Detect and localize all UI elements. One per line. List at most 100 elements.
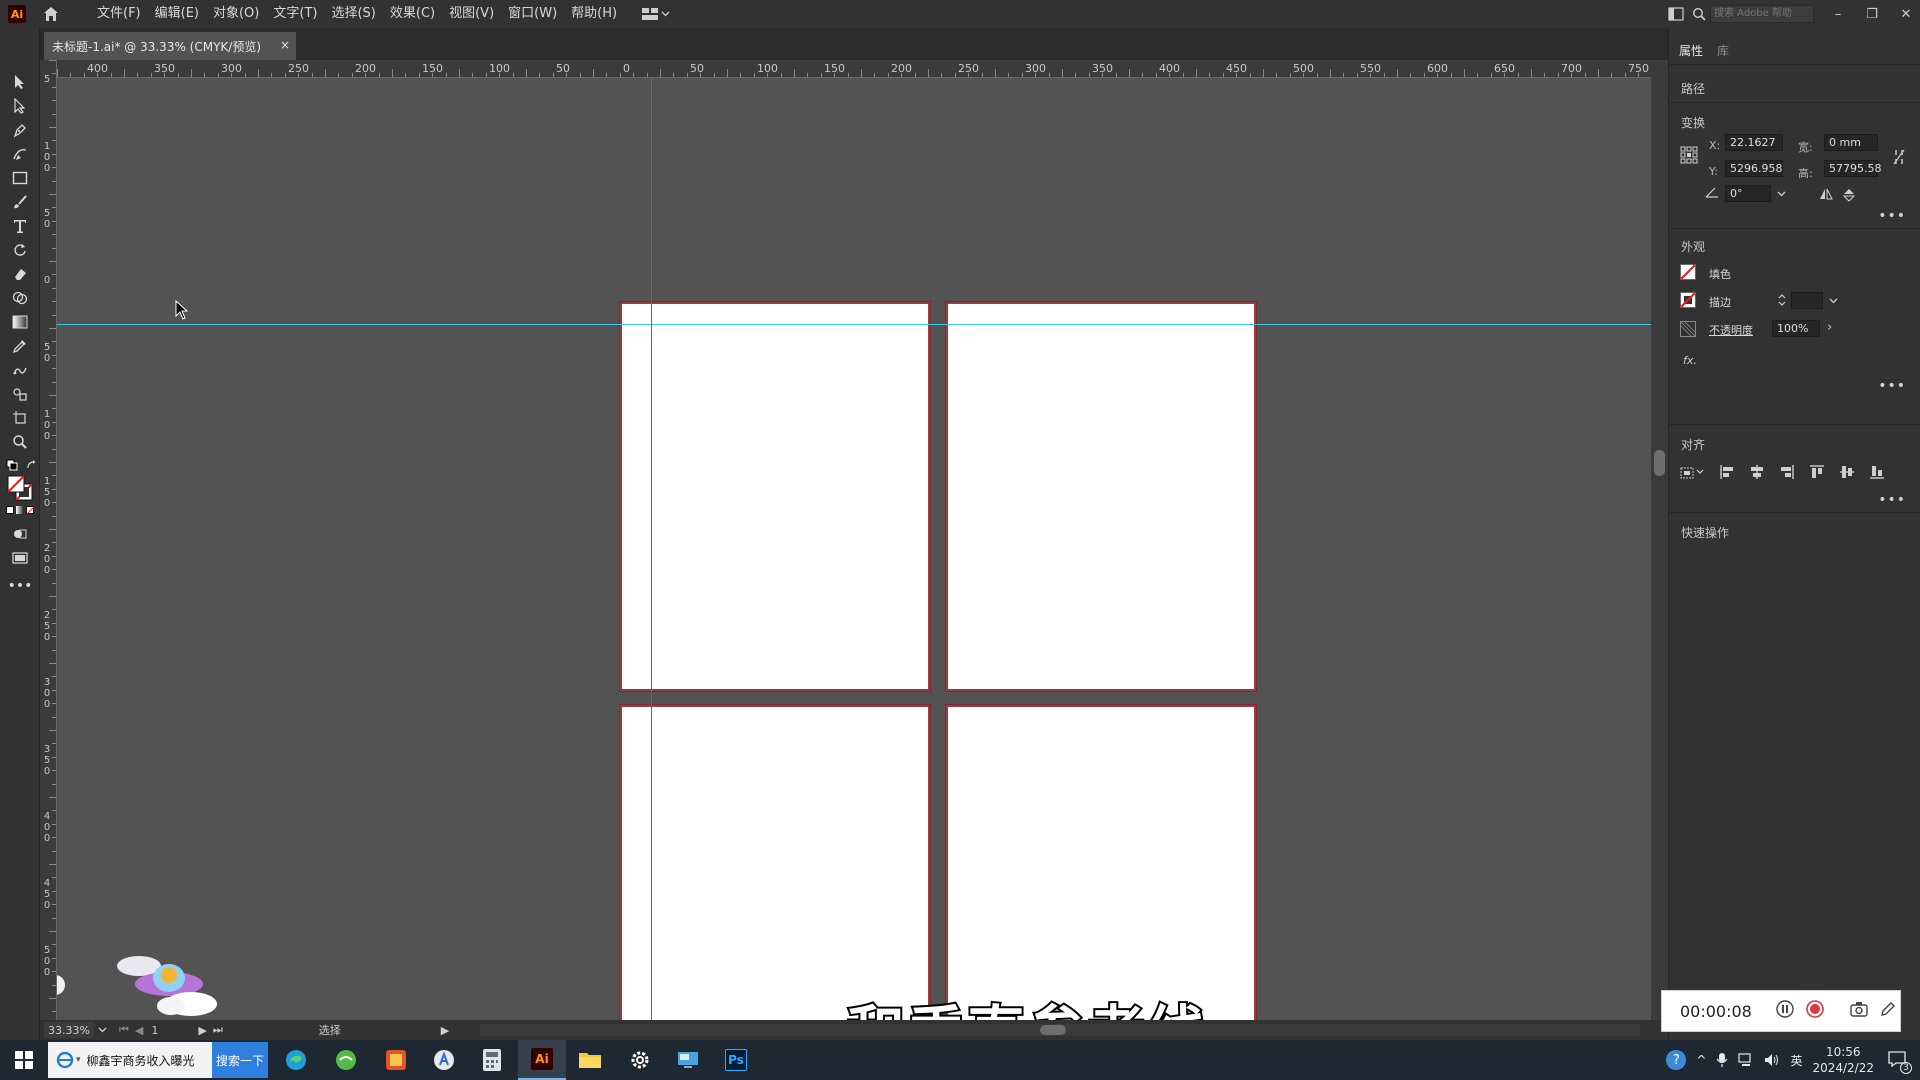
arrange-documents-icon[interactable]: [1668, 6, 1684, 26]
chevron-up-icon[interactable]: ^: [1696, 1053, 1706, 1067]
shape-builder-tool-icon[interactable]: [10, 288, 30, 308]
menu-type[interactable]: 文字(T): [266, 0, 324, 28]
symbol-sprayer-tool-icon[interactable]: [10, 384, 30, 404]
horizontal-scroll-thumb[interactable]: [1040, 1025, 1066, 1035]
stroke-weight-field[interactable]: [1791, 292, 1823, 309]
stop-record-icon[interactable]: [1806, 1000, 1824, 1022]
tab-libraries[interactable]: 库: [1717, 42, 1729, 59]
artboard-4[interactable]: [946, 705, 1256, 1020]
microphone-icon[interactable]: [1716, 1052, 1728, 1068]
menu-window[interactable]: 窗口(W): [501, 0, 564, 28]
gradient-tool-icon[interactable]: [10, 312, 30, 332]
screen-mode-icon[interactable]: [10, 548, 30, 568]
fill-stroke-swatch[interactable]: [6, 474, 34, 506]
edge-icon[interactable]: [272, 1040, 320, 1080]
swap-colors-icon[interactable]: [26, 456, 37, 475]
menu-select[interactable]: 选择(S): [324, 0, 382, 28]
align-to-icon[interactable]: [1680, 464, 1706, 483]
appearance-more-button[interactable]: •••: [1878, 378, 1906, 394]
network-icon[interactable]: [1738, 1053, 1754, 1067]
browser-360-icon[interactable]: [322, 1040, 370, 1080]
rotate-tool-icon[interactable]: [10, 240, 30, 260]
draw-mode-icon[interactable]: [10, 524, 30, 544]
taskbar-search-button[interactable]: 搜索一下: [212, 1042, 268, 1078]
color-mode-icons[interactable]: [6, 506, 35, 515]
vertical-ruler[interactable]: 5 100 50 0 50 100 150 200 250 300 350 400 450 500: [40, 60, 57, 1020]
more-tools-icon[interactable]: •••: [8, 576, 33, 596]
windows-start-icon[interactable]: [0, 1040, 48, 1080]
artboard-2[interactable]: [946, 302, 1256, 691]
fill-swatch-icon[interactable]: [1680, 264, 1696, 283]
curvature-tool-icon[interactable]: [10, 144, 30, 164]
align-vertical-center-icon[interactable]: [1839, 464, 1855, 483]
opacity-label[interactable]: 不透明度: [1709, 322, 1753, 338]
menu-view[interactable]: 视图(V): [442, 0, 501, 28]
align-top-icon[interactable]: [1809, 464, 1825, 483]
menu-edit[interactable]: 编辑(E): [148, 0, 206, 28]
constrain-proportions-icon[interactable]: [1892, 148, 1906, 169]
last-artboard-button[interactable]: ⏭: [213, 1023, 223, 1037]
reference-point-icon[interactable]: [1680, 146, 1698, 167]
help-search-input[interactable]: [1710, 4, 1814, 23]
menu-object[interactable]: 对象(O): [206, 0, 266, 28]
prev-artboard-button[interactable]: ◀: [135, 1024, 143, 1037]
rectangle-tool-icon[interactable]: [10, 168, 30, 188]
taskbar-clock[interactable]: 10:56 2024/2/22: [1812, 1044, 1874, 1076]
pause-icon[interactable]: [1776, 1000, 1794, 1022]
close-window-button[interactable]: ✕: [1898, 6, 1914, 22]
calculator-icon[interactable]: [468, 1040, 516, 1080]
document-tab[interactable]: 未标题-1.ai* @ 33.33% (CMYK/预览) ×: [44, 32, 296, 60]
photoshop-taskbar-icon[interactable]: Ps: [712, 1040, 760, 1080]
flip-vertical-icon[interactable]: [1842, 188, 1856, 205]
width-field[interactable]: 0 mm: [1824, 134, 1878, 151]
volume-icon[interactable]: [1764, 1053, 1780, 1067]
remote-desktop-icon[interactable]: [664, 1040, 712, 1080]
transform-more-button[interactable]: •••: [1878, 208, 1906, 224]
app-store-icon[interactable]: [420, 1040, 468, 1080]
opacity-field[interactable]: 100%: [1772, 320, 1820, 337]
horizontal-scrollbar[interactable]: [480, 1024, 1640, 1036]
angle-field[interactable]: 0°: [1725, 185, 1771, 202]
align-horizontal-center-icon[interactable]: [1749, 464, 1765, 483]
restore-button[interactable]: ❐: [1864, 6, 1880, 22]
eyedropper-tool-icon[interactable]: [10, 336, 30, 356]
align-right-icon[interactable]: [1779, 464, 1795, 483]
ime-indicator[interactable]: 英: [1790, 1052, 1802, 1069]
chevron-down-icon[interactable]: [1777, 191, 1786, 197]
settings-gear-icon[interactable]: [616, 1040, 664, 1080]
vertical-guide[interactable]: [651, 78, 652, 1020]
default-colors-icon[interactable]: [6, 456, 18, 475]
chevron-right-icon[interactable]: ›: [1827, 320, 1832, 335]
status-menu-arrow[interactable]: ▶: [441, 1024, 449, 1037]
file-explorer-icon[interactable]: [566, 1040, 614, 1080]
vertical-scrollbar[interactable]: [1651, 60, 1668, 1020]
type-tool-icon[interactable]: [10, 216, 30, 236]
notification-center-icon[interactable]: 3: [1888, 1050, 1912, 1074]
camera-icon[interactable]: [1850, 1001, 1868, 1021]
align-bottom-icon[interactable]: [1869, 464, 1885, 483]
taskbar-search-box[interactable]: ▾ 柳鑫宇商务收入曝光: [48, 1042, 212, 1078]
artboard-1[interactable]: [620, 302, 930, 691]
horizontal-guide[interactable]: [57, 324, 1651, 325]
minimize-button[interactable]: –: [1830, 6, 1846, 22]
align-more-button[interactable]: •••: [1878, 492, 1906, 508]
zoom-tool-icon[interactable]: [10, 432, 30, 452]
status-mode[interactable]: 选择: [319, 1022, 341, 1038]
height-field[interactable]: 57795.58: [1824, 160, 1882, 177]
y-field[interactable]: 5296.958: [1725, 160, 1783, 177]
puppet-warp-tool-icon[interactable]: [10, 360, 30, 380]
vertical-scroll-thumb[interactable]: [1654, 450, 1665, 476]
close-tab-button[interactable]: ×: [280, 38, 290, 52]
photo-app-icon[interactable]: [372, 1040, 420, 1080]
stroke-weight-stepper[interactable]: [1777, 292, 1787, 311]
horizontal-ruler[interactable]: 400 350 300 250 200 150 100 50 0 50 100 150 200 250 30…: [57, 60, 1651, 78]
artboard-tool-icon[interactable]: [10, 408, 30, 428]
illustrator-taskbar-icon[interactable]: Ai: [518, 1040, 566, 1080]
menu-help[interactable]: 帮助(H): [564, 0, 624, 28]
fx-button[interactable]: fx.: [1683, 354, 1697, 367]
x-field[interactable]: 22.1627: [1725, 134, 1783, 151]
artboard-3[interactable]: [620, 705, 930, 1020]
menu-effect[interactable]: 效果(C): [383, 0, 442, 28]
flip-horizontal-icon[interactable]: [1819, 188, 1833, 203]
next-artboard-button[interactable]: ▶: [198, 1024, 206, 1037]
